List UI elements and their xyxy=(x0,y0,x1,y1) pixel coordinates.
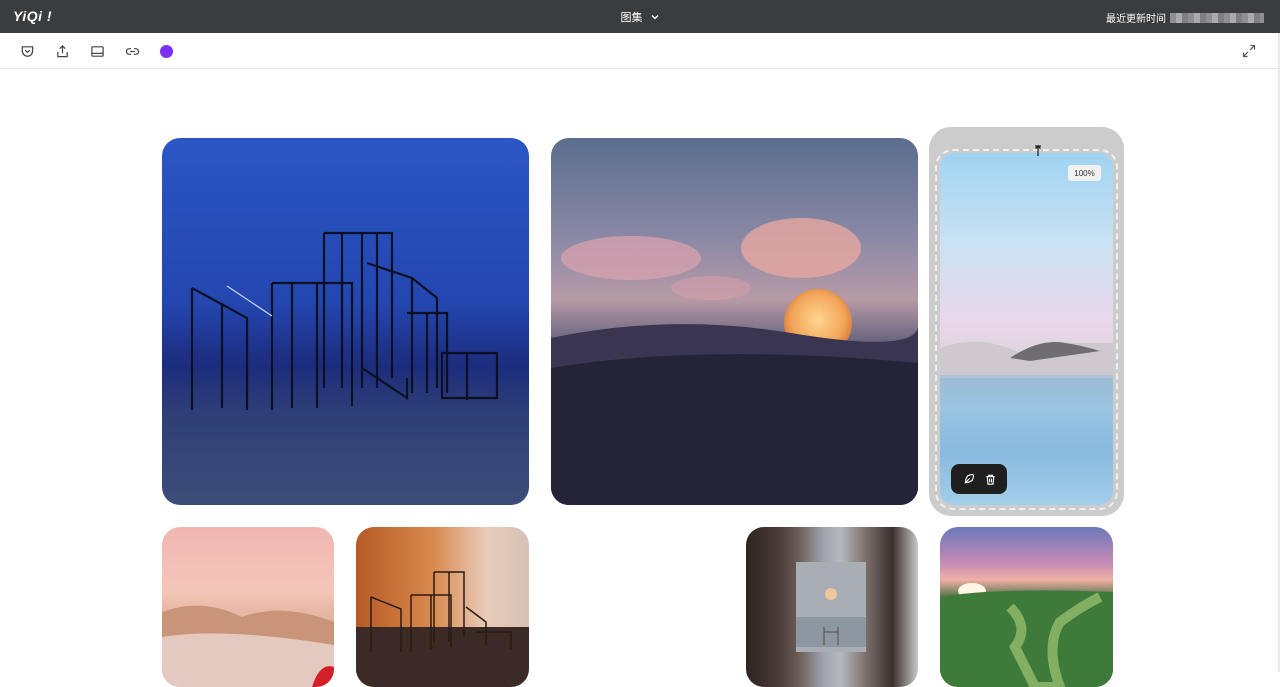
last-updated: 最近更新时间 xyxy=(1106,10,1264,25)
corridor-graphic xyxy=(796,562,866,652)
gallery-image-pink-dunes[interactable] xyxy=(162,527,334,687)
last-updated-label: 最近更新时间 xyxy=(1106,14,1166,25)
gallery-image-corridor-sunset[interactable] xyxy=(746,527,918,687)
collection-title-dropdown[interactable]: 图集 xyxy=(0,9,1280,25)
wire-sculpture-graphic xyxy=(190,231,499,410)
gallery-image-desert-moon-sunset[interactable] xyxy=(551,138,918,505)
expand-icon[interactable] xyxy=(1241,43,1257,59)
zoom-level-badge: 100% xyxy=(1068,165,1101,181)
green-hills-graphic xyxy=(940,583,1113,687)
gallery-image-pastel-lake-landscape[interactable] xyxy=(940,153,1113,505)
gallery-image-blue-wire-sculpture[interactable] xyxy=(162,138,529,505)
color-swatch[interactable] xyxy=(160,45,173,58)
redacted-timestamp xyxy=(1170,12,1264,23)
lake-landscape-graphic xyxy=(940,341,1113,505)
chevron-down-icon[interactable] xyxy=(650,12,660,25)
toolbar xyxy=(0,33,1280,69)
trash-icon[interactable] xyxy=(983,472,997,486)
pink-dunes-graphic xyxy=(162,605,334,687)
orange-sculpture-graphic xyxy=(356,571,529,687)
layout-icon[interactable] xyxy=(89,43,105,59)
image-action-bar xyxy=(951,464,1007,494)
gallery-image-orange-wire-sculpture[interactable] xyxy=(356,527,529,687)
desert-moon-graphic xyxy=(551,218,918,505)
pocket-icon[interactable] xyxy=(19,43,35,59)
link-icon[interactable] xyxy=(124,43,140,59)
edit-pen-icon[interactable] xyxy=(961,472,975,486)
gallery-image-green-hills-sunrise[interactable] xyxy=(940,527,1113,687)
collection-title[interactable]: 图集 xyxy=(620,12,642,24)
drag-handle-icon[interactable] xyxy=(1033,144,1043,156)
share-icon[interactable] xyxy=(54,43,70,59)
top-bar: YiQi ! 图集 最近更新时间 xyxy=(0,0,1280,33)
